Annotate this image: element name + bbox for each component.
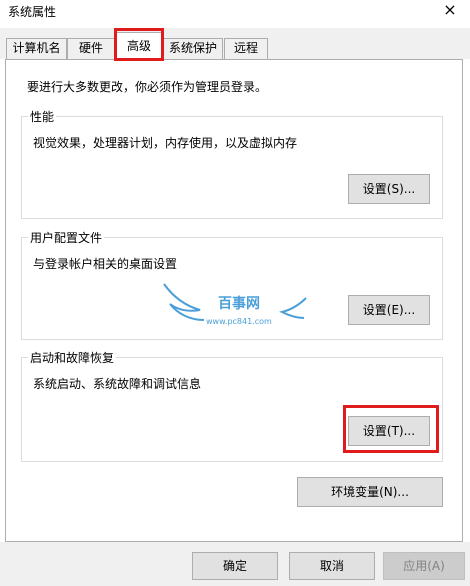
performance-group-title: 性能 (28, 108, 57, 125)
close-icon[interactable]: × (438, 0, 462, 24)
startup-recovery-description: 系统启动、系统故障和调试信息 (33, 377, 202, 391)
startup-recovery-settings-button[interactable]: 设置(T)... (348, 416, 430, 446)
apply-button[interactable]: 应用(A) (383, 552, 465, 580)
watermark-logo: 百事网 www.pc841.com (160, 280, 310, 330)
watermark-name: 百事网 (218, 295, 260, 312)
tab-hardware[interactable]: 硬件 (67, 38, 115, 59)
tab-remote[interactable]: 远程 (224, 38, 268, 59)
cancel-button[interactable]: 取消 (289, 552, 375, 580)
performance-settings-button[interactable]: 设置(S)... (348, 174, 430, 204)
tab-system-protection[interactable]: 系统保护 (163, 38, 223, 59)
tab-advanced[interactable]: 高级 (116, 32, 162, 60)
environment-variables-button[interactable]: 环境变量(N)... (297, 477, 443, 507)
tab-computer-name[interactable]: 计算机名 (6, 38, 67, 59)
user-profiles-group-title: 用户配置文件 (28, 229, 105, 246)
title-bar: 系统属性 × (0, 0, 470, 28)
startup-recovery-group: 启动和故障恢复 系统启动、系统故障和调试信息 (21, 349, 443, 462)
user-profiles-settings-button[interactable]: 设置(E)... (348, 295, 430, 325)
window-title: 系统属性 (8, 5, 57, 19)
startup-recovery-group-title: 启动和故障恢复 (28, 349, 117, 366)
ok-button[interactable]: 确定 (192, 552, 278, 580)
performance-description: 视觉效果，处理器计划，内存使用，以及虚拟内存 (33, 136, 298, 150)
admin-notice: 要进行大多数更改，你必须作为管理员登录。 (27, 80, 268, 94)
watermark-url: www.pc841.com (206, 317, 272, 326)
user-profiles-description: 与登录帐户相关的桌面设置 (33, 257, 178, 271)
watermark-wings-icon: 百事网 www.pc841.com (163, 283, 307, 326)
